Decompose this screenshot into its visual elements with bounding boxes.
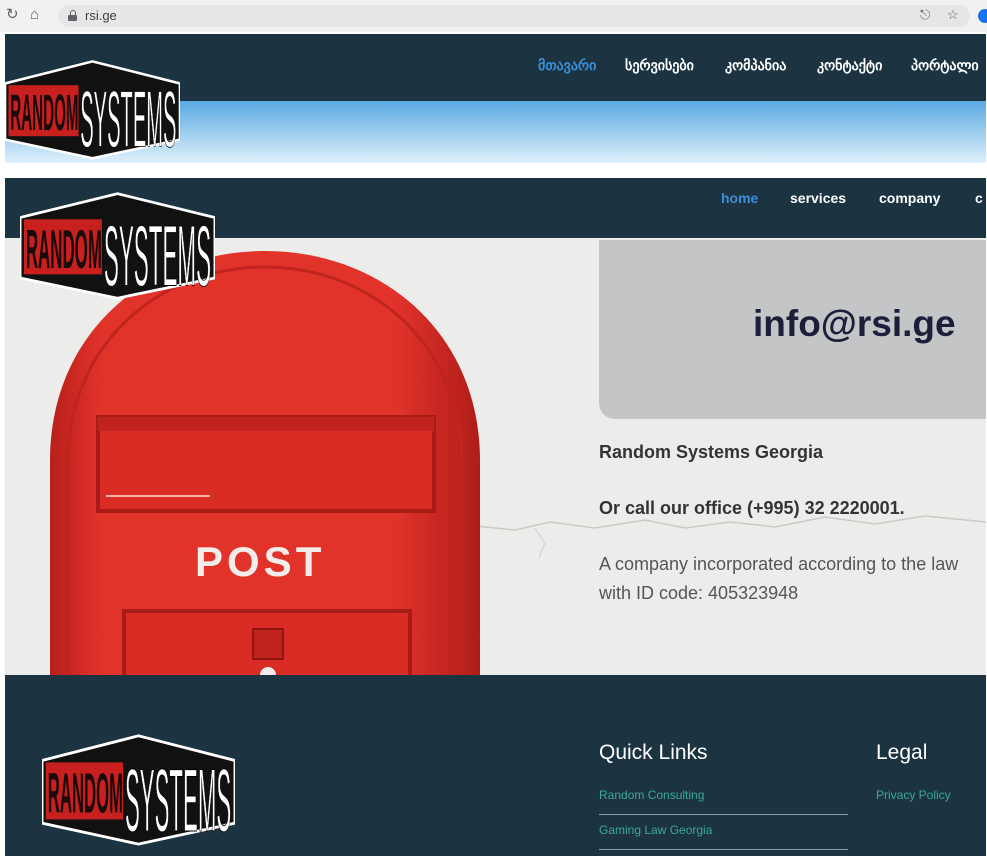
lock-icon [68, 10, 77, 21]
nav-item-contact[interactable]: c [975, 190, 983, 206]
email-panel: info@rsi.ge [599, 240, 986, 419]
browser-toolbar: ↻ ⌂ rsi.ge ⎋ ☆ [0, 0, 987, 32]
mailbox-post-label: POST [195, 538, 325, 585]
nav-item-home-georgian[interactable]: მთავარი [538, 57, 596, 74]
phone-line: Or call our office (+995) 32 2220001. [599, 498, 905, 518]
site-footer: RANDOM SYSTEMS Quick Links Random Consul… [5, 675, 986, 856]
company-description-line2: with ID code: 405323948 [599, 583, 799, 603]
site-logo-english[interactable]: RANDOM SYSTEMS [20, 190, 215, 300]
mailbox-image: POST [50, 251, 480, 675]
nav-item-portal-georgian[interactable]: პორტალი [911, 57, 979, 74]
nav-item-contact-georgian[interactable]: კონტაქტი [817, 57, 882, 74]
footer-logo[interactable]: RANDOM SYSTEMS [42, 732, 235, 846]
logo-text-systems: SYSTEMS [80, 75, 176, 160]
profile-icon[interactable] [978, 9, 987, 23]
contact-email[interactable]: info@rsi.ge [753, 303, 956, 345]
nav-item-services-georgian[interactable]: სერვისები [625, 57, 694, 74]
logo-text-random: RANDOM [10, 84, 78, 141]
footer-link-gaming-law[interactable]: Gaming Law Georgia [599, 823, 712, 837]
nav-item-home[interactable]: home [721, 190, 758, 206]
share-icon[interactable]: ⎋ [920, 7, 930, 23]
nav-item-services[interactable]: services [790, 190, 846, 206]
logo-text-random: RANDOM [48, 762, 123, 825]
reload-icon[interactable]: ↻ [6, 6, 19, 24]
quick-links-heading: Quick Links [599, 741, 708, 764]
address-bar[interactable]: rsi.ge ⎋ ☆ [58, 5, 970, 27]
nav-item-company[interactable]: company [879, 190, 940, 206]
url-text[interactable]: rsi.ge [85, 8, 117, 23]
home-icon[interactable]: ⌂ [30, 6, 39, 24]
logo-text-random: RANDOM [26, 219, 102, 280]
bookmark-star-icon[interactable]: ☆ [947, 7, 959, 23]
site-logo-georgian[interactable]: RANDOM SYSTEMS [5, 58, 180, 160]
company-description-line1: A company incorporated according to the … [599, 554, 959, 574]
footer-link-random-consulting[interactable]: Random Consulting [599, 788, 704, 802]
footer-divider [599, 849, 848, 850]
legal-heading: Legal [876, 741, 928, 764]
footer-divider [599, 814, 848, 815]
footer-link-privacy-policy[interactable]: Privacy Policy [876, 788, 951, 802]
company-name: Random Systems Georgia [599, 442, 824, 462]
logo-text-systems: SYSTEMS [125, 751, 231, 846]
nav-item-company-georgian[interactable]: კომპანია [725, 57, 786, 74]
logo-text-systems: SYSTEMS [104, 207, 211, 300]
contact-hero: POST info@rsi.ge Random Systems Georgia … [5, 238, 986, 675]
